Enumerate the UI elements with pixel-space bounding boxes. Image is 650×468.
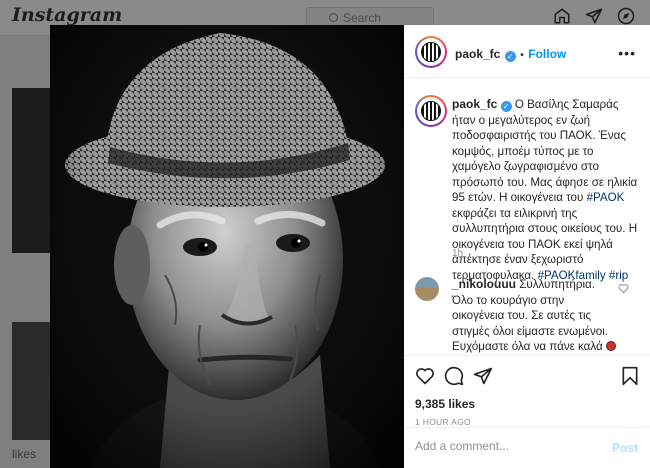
share-icon[interactable] bbox=[473, 366, 493, 386]
separator-dot: • bbox=[520, 50, 524, 61]
post-header: paok_fc ✓ • Follow ••• bbox=[404, 25, 650, 78]
comment-bubble-icon[interactable] bbox=[444, 366, 464, 386]
explore-icon[interactable] bbox=[617, 7, 635, 25]
post-username[interactable]: paok_fc bbox=[455, 47, 500, 61]
likes-count[interactable]: 9,385 likes bbox=[415, 397, 475, 411]
post-photo[interactable] bbox=[50, 25, 404, 468]
save-bookmark-icon[interactable] bbox=[621, 366, 639, 386]
comment-username[interactable]: _nikolouuu bbox=[452, 277, 516, 291]
follow-button[interactable]: Follow bbox=[528, 47, 566, 61]
more-options-icon[interactable]: ••• bbox=[618, 45, 636, 61]
post-comment-button[interactable]: Post bbox=[612, 441, 638, 455]
comment-avatar[interactable] bbox=[415, 277, 439, 301]
search-placeholder: Search bbox=[343, 11, 382, 25]
direct-icon[interactable] bbox=[585, 7, 603, 25]
hashtag-link[interactable]: #PAOK bbox=[587, 191, 625, 204]
portrait-image bbox=[50, 25, 404, 468]
red-circle-emoji bbox=[605, 341, 616, 351]
caption-username[interactable]: paok_fc bbox=[452, 97, 497, 111]
avatar[interactable] bbox=[415, 36, 447, 68]
like-heart-icon[interactable] bbox=[415, 366, 435, 386]
verified-badge-icon: ✓ bbox=[500, 101, 512, 112]
background-feed-image bbox=[12, 88, 50, 253]
comment-input[interactable] bbox=[415, 439, 605, 453]
add-comment-bar: Post bbox=[404, 427, 650, 468]
instagram-logo[interactable]: Instagram bbox=[12, 4, 122, 26]
caption-text: Ο Βασίλης Σαμαράς ήταν ο μεγαλύτερος εν … bbox=[452, 98, 638, 204]
post-details-panel: paok_fc ✓ • Follow ••• paok_fc ✓ Ο Βασίλ… bbox=[404, 25, 650, 468]
comment-like-heart-icon[interactable] bbox=[618, 283, 629, 294]
background-feed-image bbox=[12, 322, 50, 440]
home-icon[interactable] bbox=[553, 7, 571, 25]
post-caption: paok_fc ✓ Ο Βασίλης Σαμαράς ήταν ο μεγαλ… bbox=[452, 97, 642, 283]
verified-badge-icon: ✓ bbox=[504, 51, 516, 62]
caption-time[interactable]: 1h bbox=[452, 248, 463, 259]
search-icon bbox=[329, 13, 338, 22]
post-timestamp[interactable]: 1 HOUR AGO bbox=[415, 417, 471, 427]
caption-avatar[interactable] bbox=[415, 95, 447, 127]
background-feed-text: likes bbox=[12, 447, 37, 461]
